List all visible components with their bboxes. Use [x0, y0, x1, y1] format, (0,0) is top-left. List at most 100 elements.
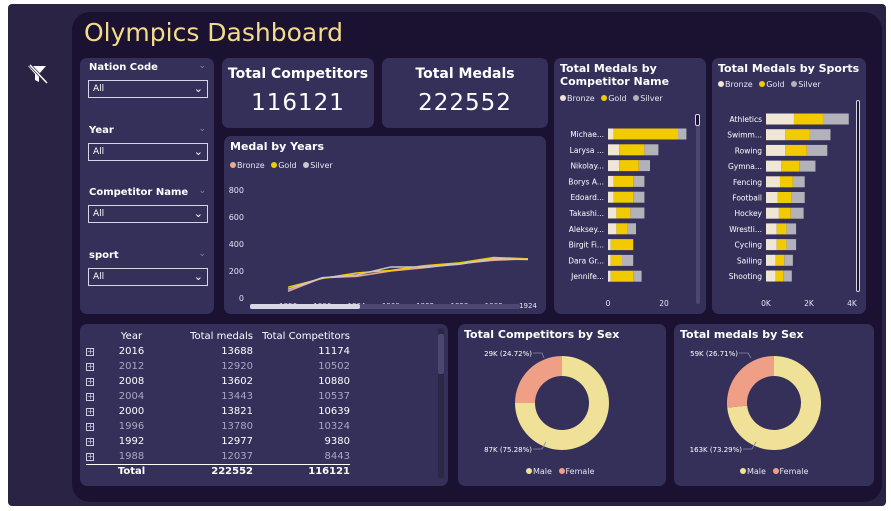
cell-year: 2012: [118, 361, 145, 372]
legend-item-female: Female: [558, 467, 595, 476]
chevron-down-icon[interactable]: ⌄: [198, 124, 206, 134]
year-dropdown[interactable]: All ⌄: [88, 143, 208, 161]
cell-total-medals: 13688: [221, 346, 253, 357]
bar-bronze: [608, 128, 614, 140]
bar-bronze: [766, 160, 782, 172]
bar-bronze: [766, 239, 777, 251]
table-row[interactable]: +2016 13688 11174: [86, 344, 350, 359]
series-line-silver: [287, 258, 529, 290]
column-header-total-competitors[interactable]: Total Competitors: [253, 328, 350, 344]
bar-bronze: [766, 129, 786, 141]
scrollbar-thumb[interactable]: [438, 334, 444, 374]
dropdown-value: All: [93, 209, 105, 219]
expand-plus-icon[interactable]: +: [86, 348, 94, 356]
clear-filter-icon[interactable]: [26, 62, 50, 86]
bar-bronze: [608, 254, 611, 266]
column-header-year[interactable]: Year: [104, 328, 159, 344]
y-tick-label: 600: [229, 213, 244, 222]
bar-gold: [785, 129, 809, 141]
bar-gold: [793, 113, 823, 125]
slice-female: [515, 356, 562, 403]
cell-total-competitors: 11174: [318, 346, 350, 357]
bar-bronze: [766, 144, 786, 156]
chart-legend: Male Female: [526, 467, 598, 476]
cell-total-competitors: 10324: [318, 421, 350, 432]
cell-total-medals: 12977: [221, 436, 253, 447]
x-tick-label: 0K: [761, 299, 772, 308]
table-total-row: Total 222552 116121: [86, 463, 350, 479]
bar-bronze: [608, 175, 614, 187]
table-row[interactable]: +2012 12920 10502: [86, 359, 350, 374]
expand-plus-icon[interactable]: +: [86, 378, 94, 386]
chevron-down-icon[interactable]: ⌄: [198, 249, 206, 259]
bar-bronze: [766, 270, 776, 282]
slicer-label: Nation Code: [89, 62, 158, 73]
year-matrix-table: Year Total medals Total Competitors +201…: [86, 328, 350, 479]
bar-bronze: [608, 207, 617, 219]
legend-label: Female: [565, 467, 595, 476]
sport-dropdown[interactable]: All ⌄: [88, 268, 208, 286]
expand-plus-icon[interactable]: +: [86, 438, 94, 446]
expand-cell: +: [86, 359, 104, 374]
cell-total-competitors: 10639: [318, 406, 350, 417]
column-header-total-medals[interactable]: Total medals: [159, 328, 253, 344]
category-label: Edoard...: [570, 193, 604, 202]
legend-item-male: Male: [526, 467, 552, 476]
legend-swatch: [558, 468, 565, 474]
bar-silver: [783, 270, 792, 282]
vertical-scrollbar[interactable]: [696, 114, 700, 304]
leader-line: [533, 352, 545, 359]
bar-gold: [613, 128, 678, 140]
bar-bronze: [766, 223, 777, 235]
category-label: Nikolay...: [570, 162, 604, 171]
cell-total-medals: 12037: [221, 450, 253, 462]
chevron-down-icon[interactable]: ⌄: [198, 61, 206, 71]
line-chart: 0200400600800189619061904190019321928190…: [229, 186, 538, 310]
expand-plus-icon[interactable]: +: [86, 393, 94, 401]
bar-silver: [822, 113, 849, 125]
expand-plus-icon[interactable]: +: [86, 452, 94, 461]
expand-plus-icon[interactable]: +: [86, 423, 94, 431]
expand-plus-icon[interactable]: +: [86, 363, 94, 371]
chevron-down-icon: ⌄: [193, 82, 203, 95]
category-label: Birgit Fi...: [569, 241, 604, 250]
scrollbar-thumb[interactable]: [250, 304, 360, 309]
table-row[interactable]: +2008 13602 10880: [86, 374, 350, 389]
expand-cell: +: [86, 344, 104, 359]
expand-plus-icon[interactable]: +: [86, 408, 94, 416]
nation-code-dropdown[interactable]: All ⌄: [88, 80, 208, 98]
bar-silver: [792, 176, 805, 188]
medals-by-sports-panel: Total Medals by Sports Bronze Gold Silve…: [712, 58, 866, 314]
expand-cell: +: [86, 374, 104, 389]
expand-cell: +: [86, 404, 104, 419]
table-row[interactable]: +1992 12977 9380: [86, 434, 350, 449]
category-label: Borys A...: [568, 177, 604, 186]
cell-total-competitors: 9380: [324, 436, 350, 447]
legend-swatch: [526, 468, 532, 474]
chevron-down-icon[interactable]: ⌄: [198, 186, 206, 196]
table-row[interactable]: +2000 13821 10639: [86, 404, 350, 419]
kpi-value: 222552: [418, 90, 512, 116]
y-tick-label: 0: [239, 294, 244, 303]
expand-cell: +: [86, 434, 104, 449]
data-label-male: 87K (75.28%): [484, 446, 532, 454]
table-row[interactable]: +1996 13780 10324: [86, 419, 350, 434]
bar-bronze: [608, 144, 620, 156]
medals-by-sex-panel: Total medals by Sex 59K (26.71%) 163K (73…: [674, 324, 874, 486]
scrollbar-thumb[interactable]: [856, 100, 860, 292]
bar-gold: [781, 160, 800, 172]
sports-bar-chart: Athletics Swimm... Rowing Gymna... Fencing Fo…: [727, 113, 858, 308]
table-row[interactable]: +2004 13443 10537: [86, 389, 350, 404]
dropdown-value: All: [93, 272, 105, 282]
bar-silver: [799, 160, 816, 172]
expand-cell: +: [86, 449, 104, 464]
competitor-name-dropdown[interactable]: All ⌄: [88, 205, 208, 223]
scrollbar-thumb[interactable]: [695, 114, 700, 126]
bar-silver: [630, 207, 645, 219]
category-label: Gymna...: [728, 162, 762, 171]
competitors-donut-chart: 29K (24.72%) 87K (75.28%): [484, 350, 609, 454]
category-label: Jennife...: [570, 272, 604, 281]
slicer-label: Competitor Name: [89, 187, 189, 198]
table-row[interactable]: +1988 12037 8443: [86, 449, 350, 464]
kpi-total-medals: Total Medals 222552: [382, 58, 548, 128]
